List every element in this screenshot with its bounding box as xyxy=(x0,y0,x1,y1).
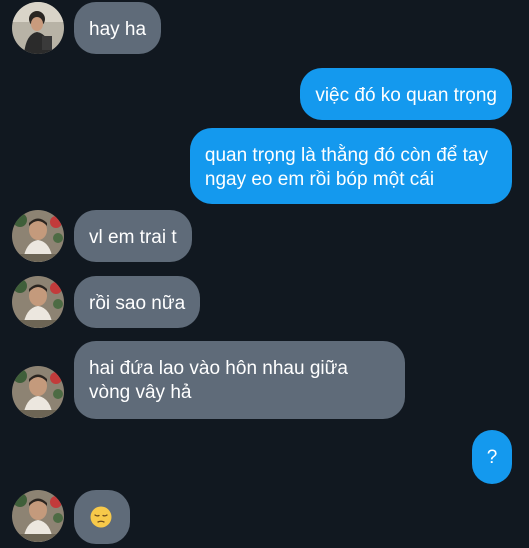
message-text: vl em trai t xyxy=(89,227,177,248)
message-text-line: quan trọng là thằng đó còn để tay xyxy=(204,145,488,166)
contact-avatar[interactable] xyxy=(12,366,64,418)
contact-avatar[interactable] xyxy=(12,490,64,542)
message-text-line: hai đứa lao vào hôn nhau giữa xyxy=(89,358,348,379)
chat-thread: hay ha việc đó ko quan trọng quan trọng … xyxy=(0,0,529,548)
incoming-message[interactable] xyxy=(74,490,130,544)
message-text: việc đó ko quan trọng xyxy=(315,85,497,106)
message-text: rồi sao nữa xyxy=(89,293,186,314)
message-text: ? xyxy=(486,447,498,468)
outgoing-message[interactable]: ? xyxy=(472,430,512,484)
contact-avatar[interactable] xyxy=(12,210,64,262)
contact-avatar[interactable] xyxy=(12,2,64,54)
message-text-line: vòng vây hả xyxy=(89,382,192,403)
incoming-message[interactable]: rồi sao nữa xyxy=(74,276,201,328)
incoming-message[interactable]: vl em trai t xyxy=(74,210,192,262)
contact-avatar[interactable] xyxy=(12,276,64,328)
incoming-message[interactable]: hai đứa lao vào hôn nhau giữa vòng vây h… xyxy=(74,341,405,419)
outgoing-message[interactable]: việc đó ko quan trọng xyxy=(300,68,512,120)
message-text: hay ha xyxy=(89,19,147,40)
message-text-line: ngay eo em rồi bóp một cái xyxy=(204,169,435,190)
outgoing-message[interactable]: quan trọng là thằng đó còn để tay ngay e… xyxy=(189,128,512,204)
pensive-face-emoji xyxy=(90,506,112,528)
incoming-message[interactable]: hay ha xyxy=(74,2,162,54)
